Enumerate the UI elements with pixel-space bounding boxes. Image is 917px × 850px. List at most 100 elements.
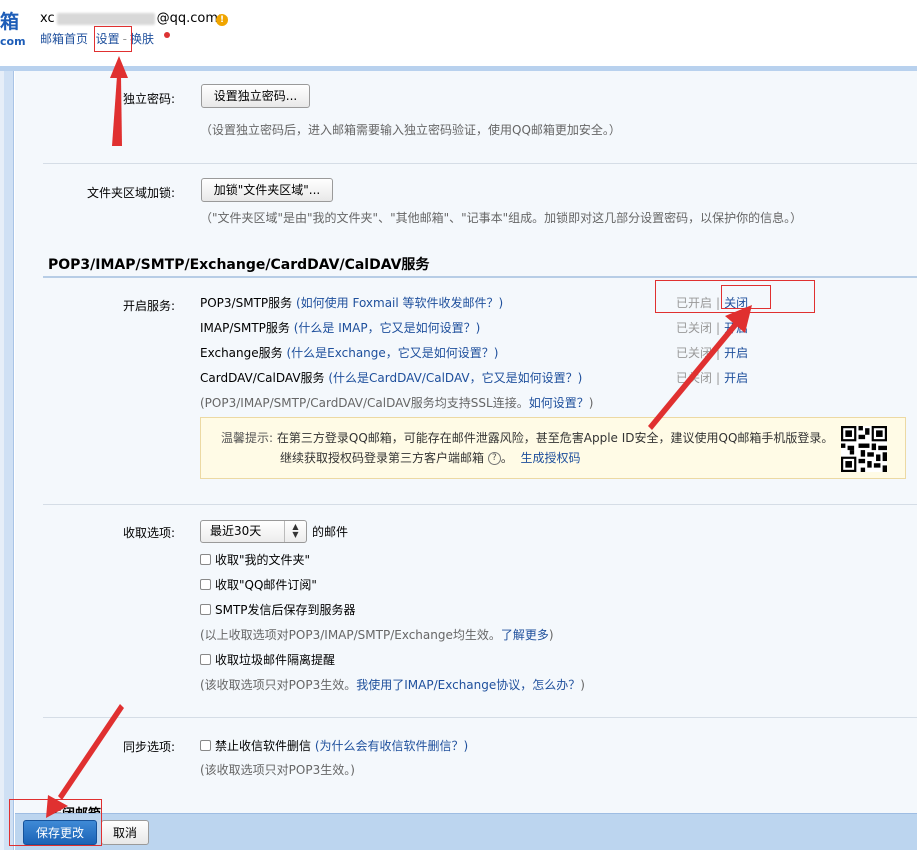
service-status-imap: 已关闭 | 开启 [676,319,748,336]
receive-hint-2: (该收取选项只对POP3生效。我使用了IMAP/Exchange协议，怎么办？) [200,676,585,693]
service-name: IMAP/SMTP服务 [200,321,290,335]
email-prefix: xc [40,11,55,26]
email-redaction [56,12,155,25]
hint-close: ) [548,628,554,642]
warning-icon[interactable]: ! [216,14,228,26]
cancel-button[interactable]: 取消 [101,820,149,845]
tip-prefix: 温馨提示: [221,431,274,445]
service-name: POP3/SMTP服务 [200,296,293,310]
hint-text: (该收取选项只对POP3生效。 [200,678,357,692]
account-email: xc @qq.com> [40,11,229,26]
ssl-howto-link[interactable]: 如何设置？ [529,396,589,410]
imap-open-link[interactable]: 开启 [724,321,748,335]
service-row-carddav: CardDAV/CalDAV服务 (什么是CardDAV/CalDAV，它又是如… [200,369,582,386]
updown-arrow-icon: ▲ ▼ [284,521,306,542]
status-separator: | [716,346,721,360]
ssl-hint-text: (POP3/IMAP/SMTP/CardDAV/CalDAV服务均支持SSL连接… [200,396,529,410]
qr-code-icon[interactable] [841,426,887,472]
block-client-delete-option[interactable]: 禁止收信软件删信 (为什么会有收信软件删信？) [200,737,468,754]
password-hint: （设置独立密码后，进入邮箱需要输入独立密码验证，使用QQ邮箱更加安全。） [200,123,621,137]
nav-home-link[interactable]: 邮箱首页 [40,32,88,46]
exchange-open-link[interactable]: 开启 [724,346,748,360]
tip-line-1: 温馨提示: 在第三方登录QQ邮箱，可能存在邮件泄露风险，甚至危害Apple ID… [221,429,833,446]
receive-period-suffix: 的邮件 [312,525,349,539]
status-text: 已关闭 [676,346,713,360]
tip-line-2: 继续获取授权码登录第三方客户端邮箱 ?。 生成授权码 [280,449,581,466]
receive-hint-1: (以上收取选项对POP3/IMAP/SMTP/Exchange均生效。了解更多) [200,626,554,643]
receive-label: 收取选项: [122,526,175,540]
checkbox[interactable] [200,554,211,565]
imap-exchange-help-link[interactable]: 我使用了IMAP/Exchange协议，怎么办？ [356,678,580,692]
sync-hint: (该收取选项只对POP3生效。) [200,763,355,777]
hint-close: ) [580,678,585,692]
nav-settings-link[interactable]: 设置 [96,32,120,46]
help-icon[interactable]: ? [487,452,501,465]
option-label: 禁止收信软件删信 [215,739,312,753]
why-delete-link[interactable]: (为什么会有收信软件删信？) [315,739,468,753]
receive-spam-alert-option[interactable]: 收取垃圾邮件隔离提醒 [200,651,335,668]
checkbox[interactable] [200,604,211,615]
folder-lock-label: 文件夹区域加锁: [86,186,175,200]
tip-line-2-end: 。 [500,451,513,465]
divider [43,717,917,718]
save-button[interactable]: 保存更改 [23,820,97,845]
service-status-exchange: 已关闭 | 开启 [676,344,748,361]
hint-text: (以上收取选项对POP3/IMAP/SMTP/Exchange均生效。 [200,628,501,642]
option-label: 收取"QQ邮件订阅" [215,578,317,592]
receive-qq-subscription-option[interactable]: 收取"QQ邮件订阅" [200,576,317,593]
services-section-title: POP3/IMAP/SMTP/Exchange/CardDAV/CalDAV服务 [48,257,430,273]
service-row-pop3: POP3/SMTP服务 (如何使用 Foxmail 等软件收发邮件？) [200,294,503,311]
receive-my-folders-option[interactable]: 收取"我的文件夹" [200,551,310,568]
status-separator: | [716,296,721,310]
nav-skin-link[interactable]: 换肤 [130,32,154,46]
set-password-button[interactable]: 设置独立密码... [201,84,310,108]
status-text: 已关闭 [676,371,713,385]
nav-separator: - [122,32,128,46]
service-row-exchange: Exchange服务 (什么是Exchange，它又是如何设置？) [200,344,498,361]
checkbox[interactable] [200,654,211,665]
skin-new-dot [164,32,170,38]
learn-more-link[interactable]: 了解更多 [501,628,549,642]
service-help-link[interactable]: (什么是Exchange，它又是如何设置？) [286,346,498,360]
option-label: 收取垃圾邮件隔离提醒 [215,653,336,667]
status-separator: | [716,321,721,335]
option-label: SMTP发信后保存到服务器 [215,603,356,617]
carddav-open-link[interactable]: 开启 [724,371,748,385]
header-nav: 邮箱首页 设置 - 换肤 [40,30,154,47]
service-help-link[interactable]: (什么是CardDAV/CalDAV，它又是如何设置？) [328,371,582,385]
top-header: 箱 com xc @qq.com> ! 邮箱首页 设置 - 换肤 [0,0,917,66]
service-help-link[interactable]: (什么是 IMAP，它又是如何设置？) [294,321,481,335]
sync-label: 同步选项: [122,740,175,754]
password-label: 独立密码: [122,92,175,106]
ssl-hint: (POP3/IMAP/SMTP/CardDAV/CalDAV服务均支持SSL连接… [200,394,593,411]
lock-folders-button[interactable]: 加锁"文件夹区域"... [201,178,333,202]
ssl-hint-close: ) [588,396,594,410]
warm-tip-box: 温馨提示: 在第三方登录QQ邮箱，可能存在邮件泄露风险，甚至危害Apple ID… [200,417,906,479]
bottom-action-bar: 保存更改 取消 [15,813,917,850]
mail-logo-suffix: com [0,35,26,48]
status-separator: | [716,371,721,385]
status-text: 已开启 [676,296,713,310]
settings-content[interactable]: 独立密码: 设置独立密码... （设置独立密码后，进入邮箱需要输入独立密码验证，… [15,71,917,813]
services-label: 开启服务: [122,299,175,313]
folder-lock-hint: （"文件夹区域"是由"我的文件夹"、"其他邮箱"、"记事本"组成。加锁即对这几部… [200,211,803,225]
service-status-carddav: 已关闭 | 开启 [676,369,748,386]
select-value: 最近30天 [210,524,262,538]
mail-logo[interactable]: 箱 [0,12,19,32]
generate-auth-code-link[interactable]: 生成授权码 [521,451,581,465]
pop3-close-link[interactable]: 关闭 [724,296,748,310]
checkbox[interactable] [200,740,211,751]
section-divider [43,276,917,278]
receive-period-select[interactable]: 最近30天 ▲ ▼ [200,520,307,543]
option-label: 收取"我的文件夹" [215,553,311,567]
left-frame-edge [0,71,4,850]
divider [43,163,917,164]
tip-line-2-text: 继续获取授权码登录第三方客户端邮箱 [280,451,485,465]
service-name: Exchange服务 [200,346,283,360]
checkbox[interactable] [200,579,211,590]
service-row-imap: IMAP/SMTP服务 (什么是 IMAP，它又是如何设置？) [200,319,480,336]
smtp-save-sent-option[interactable]: SMTP发信后保存到服务器 [200,601,356,618]
service-help-link[interactable]: (如何使用 Foxmail 等软件收发邮件？) [296,296,503,310]
service-status-pop3: 已开启 | 关闭 [676,294,748,311]
tip-line-1-text: 在第三方登录QQ邮箱，可能存在邮件泄露风险，甚至危害Apple ID安全，建议使… [276,431,834,445]
